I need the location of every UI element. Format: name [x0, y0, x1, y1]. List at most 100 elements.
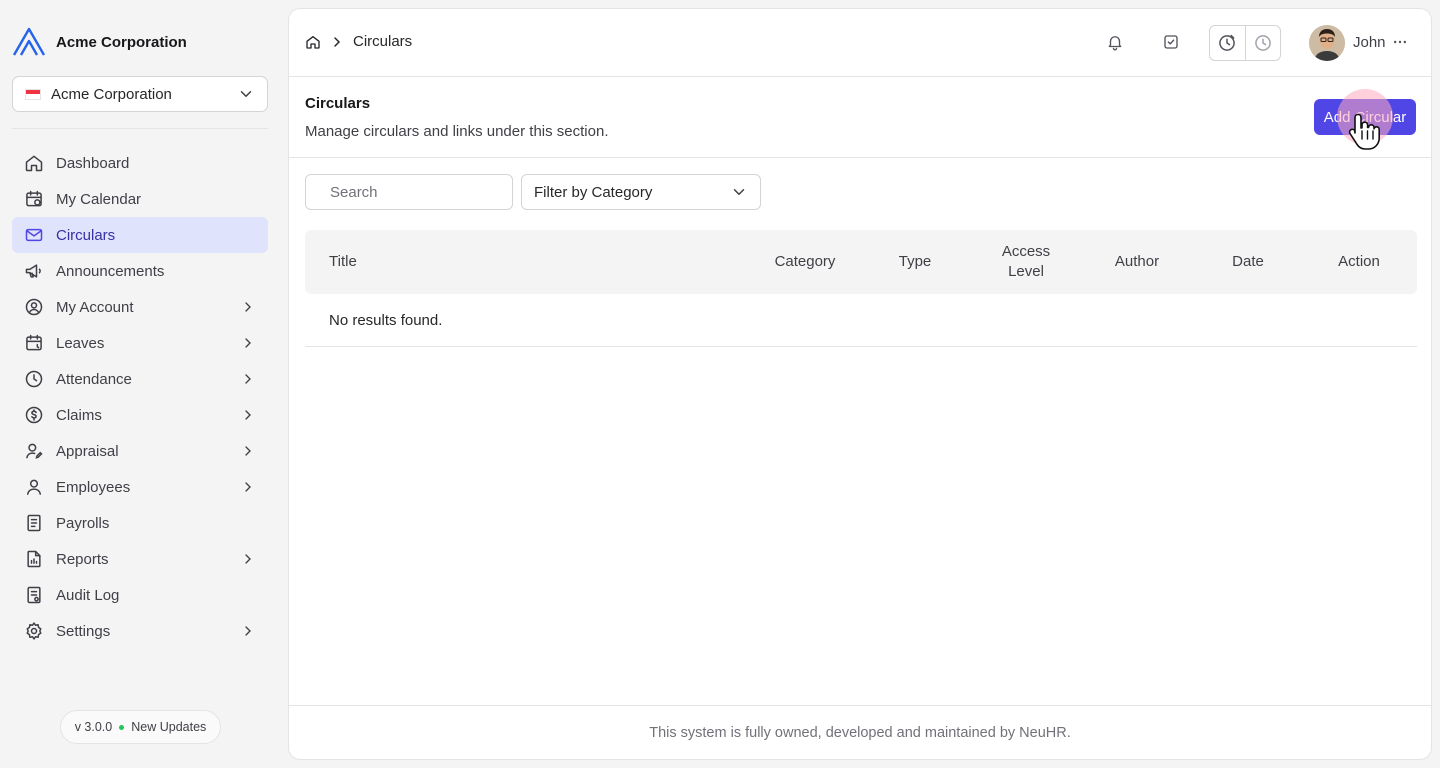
footer: This system is fully owned, developed an…	[289, 705, 1431, 759]
sidebar-item-label: Reports	[56, 550, 109, 568]
clock-in-out-group	[1209, 25, 1281, 61]
avatar[interactable]	[1309, 25, 1345, 61]
version-badge[interactable]: v 3.0.0 New Updates	[60, 710, 221, 744]
user-edit-icon	[26, 443, 43, 459]
sidebar-item-attendance[interactable]: Attendance	[12, 361, 268, 397]
singapore-flag-icon	[25, 88, 41, 100]
sidebar-item-claims[interactable]: Claims	[12, 397, 268, 433]
clock-icon	[25, 370, 43, 388]
table-header: Title Category Type Access Level Author D…	[305, 230, 1417, 294]
sidebar-item-reports[interactable]: Reports	[12, 541, 268, 577]
organization-name: Acme Corporation	[51, 85, 172, 103]
column-header-access-level[interactable]: Access Level	[986, 230, 1066, 294]
sidebar-item-label: Payrolls	[56, 514, 110, 532]
chevron-right-icon	[245, 302, 251, 312]
breadcrumb-current: Circulars	[353, 33, 413, 50]
user-circle-icon	[25, 298, 43, 316]
sidebar-item-my-account[interactable]: My Account	[12, 289, 268, 325]
breadcrumb: Circulars	[305, 33, 412, 50]
receipt-icon	[27, 514, 41, 532]
sidebar-item-settings[interactable]: Settings	[12, 613, 268, 649]
user-name[interactable]: John	[1353, 34, 1386, 51]
megaphone-icon	[25, 264, 41, 278]
main-panel: Circulars John Circulars Manage circular…	[288, 8, 1432, 760]
category-filter-select[interactable]: Filter by Category	[521, 174, 761, 210]
clock-out-button[interactable]	[1246, 26, 1281, 60]
sidebar-item-leaves[interactable]: Leaves	[12, 325, 268, 361]
home-icon[interactable]	[305, 34, 321, 50]
empty-message: No results found.	[329, 312, 443, 329]
sidebar-item-payrolls[interactable]: Payrolls	[12, 505, 268, 541]
chevron-right-icon	[245, 338, 251, 348]
column-header-action: Action	[1338, 253, 1380, 270]
chevron-down-icon	[240, 91, 252, 97]
organization-select[interactable]: Acme Corporation	[12, 76, 268, 112]
chevron-right-icon	[334, 36, 341, 47]
column-header-title[interactable]: Title	[329, 230, 357, 294]
sidebar-item-label: My Calendar	[56, 190, 142, 208]
sidebar-item-label: Claims	[56, 406, 102, 424]
sidebar-nav: Dashboard My Calendar Circulars Announce…	[12, 145, 268, 649]
home-icon	[25, 155, 43, 172]
hand-pointer-cursor-icon	[1348, 113, 1380, 150]
column-header-category[interactable]: Category	[755, 230, 855, 294]
calendar-clock-icon	[26, 334, 42, 351]
gear-icon	[26, 622, 42, 640]
sidebar-item-label: My Account	[56, 298, 134, 316]
user-icon	[27, 479, 41, 495]
chevron-right-icon	[245, 446, 251, 456]
sidebar-item-circulars[interactable]: Circulars	[12, 217, 268, 253]
footer-text: This system is fully owned, developed an…	[649, 724, 1071, 741]
sidebar-item-label: Dashboard	[56, 154, 130, 172]
chevron-right-icon	[245, 554, 251, 564]
chevron-right-icon	[245, 626, 251, 636]
clock-in-icon	[1219, 34, 1236, 51]
brand-name: Acme Corporation	[56, 33, 187, 51]
clock-in-button[interactable]	[1210, 26, 1246, 60]
brand[interactable]: Acme Corporation	[12, 26, 187, 58]
chevron-right-icon	[245, 374, 251, 384]
new-updates-link: New Updates	[131, 720, 207, 734]
bell-icon[interactable]	[1106, 33, 1124, 51]
column-header-type[interactable]: Type	[875, 230, 955, 294]
calendar-icon	[26, 190, 42, 207]
report-icon	[27, 550, 41, 568]
sidebar-item-label: Settings	[56, 622, 111, 640]
page-header: Circulars Manage circulars and links und…	[289, 77, 1431, 158]
sidebar-item-label: Leaves	[56, 334, 105, 352]
chevron-right-icon	[245, 482, 251, 492]
sidebar-item-label: Appraisal	[56, 442, 119, 460]
sidebar-item-appraisal[interactable]: Appraisal	[12, 433, 268, 469]
column-header-author[interactable]: Author	[1097, 230, 1177, 294]
sidebar: Acme Corporation Acme Corporation Dashbo…	[0, 0, 288, 768]
version-number: v 3.0.0	[74, 720, 113, 734]
top-bar: Circulars John	[289, 9, 1431, 77]
category-filter-label: Filter by Category	[534, 183, 653, 201]
sidebar-item-label: Attendance	[56, 370, 132, 388]
task-checkbox-icon[interactable]	[1162, 33, 1180, 51]
sidebar-item-label: Circulars	[56, 226, 116, 244]
user-photo-icon	[1309, 25, 1345, 61]
page-subtitle: Manage circulars and links under this se…	[305, 123, 609, 140]
sidebar-item-label: Employees	[56, 478, 131, 496]
sidebar-item-my-calendar[interactable]: My Calendar	[12, 181, 268, 217]
table-empty-row: No results found.	[305, 295, 1417, 347]
chevron-right-icon	[245, 410, 251, 420]
log-icon	[27, 586, 41, 604]
more-options-icon[interactable]	[1391, 33, 1409, 51]
page-title: Circulars	[305, 95, 371, 112]
status-dot	[119, 724, 125, 730]
clock-out-icon	[1254, 35, 1271, 51]
mail-icon	[25, 228, 43, 242]
search-field	[305, 174, 529, 210]
sidebar-item-employees[interactable]: Employees	[12, 469, 268, 505]
sidebar-item-announcements[interactable]: Announcements	[12, 253, 268, 289]
chevron-down-icon	[733, 189, 745, 195]
sidebar-item-label: Audit Log	[56, 586, 120, 604]
search-input[interactable]	[330, 183, 529, 201]
sidebar-item-dashboard[interactable]: Dashboard	[12, 145, 268, 181]
acme-logo-icon	[12, 27, 46, 56]
dollar-icon	[25, 406, 43, 424]
column-header-date[interactable]: Date	[1208, 230, 1288, 294]
sidebar-item-audit-log[interactable]: Audit Log	[12, 577, 268, 613]
